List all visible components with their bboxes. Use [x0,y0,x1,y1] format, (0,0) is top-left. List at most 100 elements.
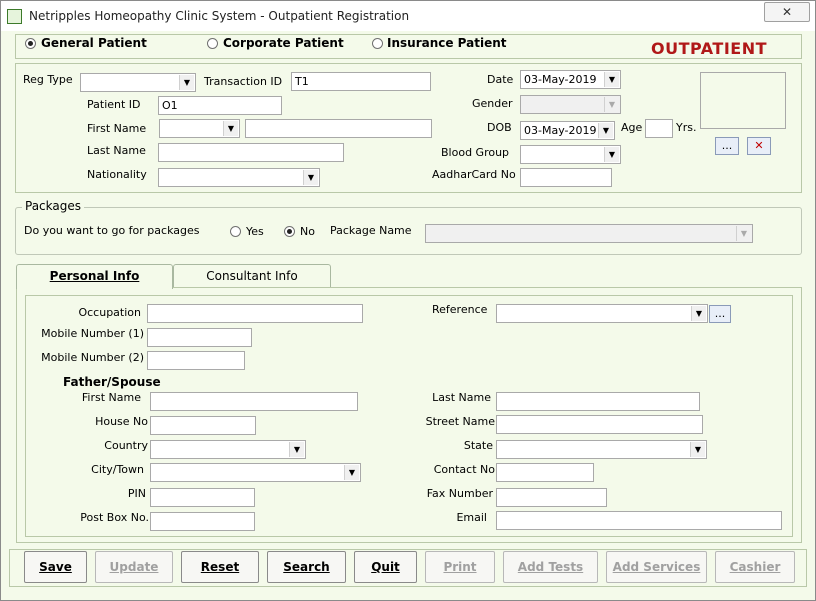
contact-no-label: Contact No [433,463,495,476]
packages-no-radio[interactable] [284,226,295,237]
transaction-id-label: Transaction ID [204,75,283,88]
first-name-label: First Name [87,122,147,135]
name-title-select[interactable]: ▼ [159,119,240,138]
packages-no-label[interactable]: No [300,225,315,238]
add-tests-button[interactable]: Add Tests [503,551,598,583]
add-services-button-label: Add Services [612,560,701,574]
reset-button[interactable]: Reset [181,551,259,583]
occupation-field[interactable] [147,304,363,323]
chevron-down-icon: ▼ [598,123,613,138]
browse-photo-button[interactable]: ... [715,137,739,155]
chevron-down-icon: ▼ [223,121,238,136]
title-bar: Netripples Homeopathy Clinic System - Ou… [1,1,815,31]
mobile1-field[interactable] [147,328,252,347]
street-name-field[interactable] [496,415,703,434]
cashier-button-label: Cashier [729,560,781,574]
chevron-down-icon: ▼ [344,465,359,480]
date-value: 03-May-2019 [524,73,597,86]
fs-first-name-label: First Name [81,391,141,404]
reset-button-label: Reset [200,560,240,574]
add-services-button[interactable]: Add Services [606,551,707,583]
mobile2-field[interactable] [147,351,245,370]
fs-last-name-field[interactable] [496,392,700,411]
chevron-down-icon: ▼ [690,442,705,457]
gender-select[interactable]: ▼ [520,95,621,114]
quit-button-label: Quit [371,560,400,574]
search-button[interactable]: Search [267,551,346,583]
reference-browse-button[interactable]: ... [709,305,731,323]
reg-type-select[interactable]: ▼ [80,73,196,92]
close-window-button[interactable]: ✕ [764,2,810,22]
post-box-field[interactable] [150,512,255,531]
email-field[interactable] [496,511,782,530]
pin-field[interactable] [150,488,255,507]
outpatient-registration-window: Netripples Homeopathy Clinic System - Ou… [0,0,816,601]
transaction-id-field[interactable]: T1 [291,72,431,91]
update-button[interactable]: Update [95,551,173,583]
gender-label: Gender [472,97,513,110]
chevron-down-icon: ▼ [691,306,706,321]
dob-picker[interactable]: 03-May-2019 ▼ [520,121,615,140]
app-icon [7,9,22,24]
date-picker[interactable]: 03-May-2019 ▼ [520,70,621,89]
packages-yes-label[interactable]: Yes [246,225,264,238]
city-label: City/Town [91,463,144,476]
tab-personal-info-label: Personal Info [49,269,140,283]
first-name-field[interactable] [245,119,432,138]
dob-label: DOB [487,121,512,134]
contact-no-field[interactable] [496,463,594,482]
chevron-down-icon: ▼ [303,170,318,185]
state-select[interactable]: ▼ [496,440,707,459]
reference-select[interactable]: ▼ [496,304,708,323]
update-button-label: Update [109,560,159,574]
yrs-label: Yrs. [676,121,697,134]
patient-id-field[interactable]: O1 [158,96,282,115]
aadhar-label: AadharCard No [432,168,516,181]
age-field[interactable] [645,119,673,138]
last-name-field[interactable] [158,143,344,162]
packages-question: Do you want to go for packages [24,224,200,237]
city-select[interactable]: ▼ [150,463,361,482]
aadhar-field[interactable] [520,168,612,187]
tab-consultant-info-label: Consultant Info [206,269,298,283]
blood-group-select[interactable]: ▼ [520,145,621,164]
cashier-button[interactable]: Cashier [715,551,795,583]
tab-personal-info[interactable]: Personal Info [16,264,173,289]
patient-id-label: Patient ID [87,98,141,111]
chevron-down-icon: ▼ [289,442,304,457]
corporate-patient-label[interactable]: Corporate Patient [223,36,344,50]
dob-value: 03-May-2019 [524,124,597,137]
corporate-patient-radio[interactable] [207,38,218,49]
package-name-select[interactable]: ▼ [425,224,753,243]
save-button[interactable]: Save [24,551,87,583]
date-label: Date [487,73,514,86]
remove-photo-button[interactable]: ✕ [747,137,771,155]
quit-button[interactable]: Quit [354,551,417,583]
insurance-patient-radio[interactable] [372,38,383,49]
reg-type-label: Reg Type [23,73,73,86]
patient-photo-box [700,72,786,129]
fax-field[interactable] [496,488,607,507]
post-box-label: Post Box No. [80,511,149,524]
mobile1-label: Mobile Number (1) [41,327,144,340]
country-select[interactable]: ▼ [150,440,306,459]
packages-yes-radio[interactable] [230,226,241,237]
blood-group-label: Blood Group [441,146,510,159]
insurance-patient-label[interactable]: Insurance Patient [387,36,507,50]
general-patient-radio[interactable] [25,38,36,49]
package-name-label: Package Name [330,224,412,237]
general-patient-label[interactable]: General Patient [41,36,147,50]
fs-first-name-field[interactable] [150,392,358,411]
nationality-select[interactable]: ▼ [158,168,320,187]
print-button-label: Print [443,560,477,574]
outpatient-heading: OUTPATIENT [651,39,768,58]
mobile2-label: Mobile Number (2) [41,351,144,364]
print-button[interactable]: Print [425,551,495,583]
house-no-field[interactable] [150,416,256,435]
chevron-down-icon: ▼ [736,226,751,241]
nationality-label: Nationality [87,168,147,181]
chevron-down-icon: ▼ [179,75,194,90]
chevron-down-icon: ▼ [604,72,619,87]
tab-consultant-info[interactable]: Consultant Info [173,264,331,288]
chevron-down-icon: ▼ [604,97,619,112]
